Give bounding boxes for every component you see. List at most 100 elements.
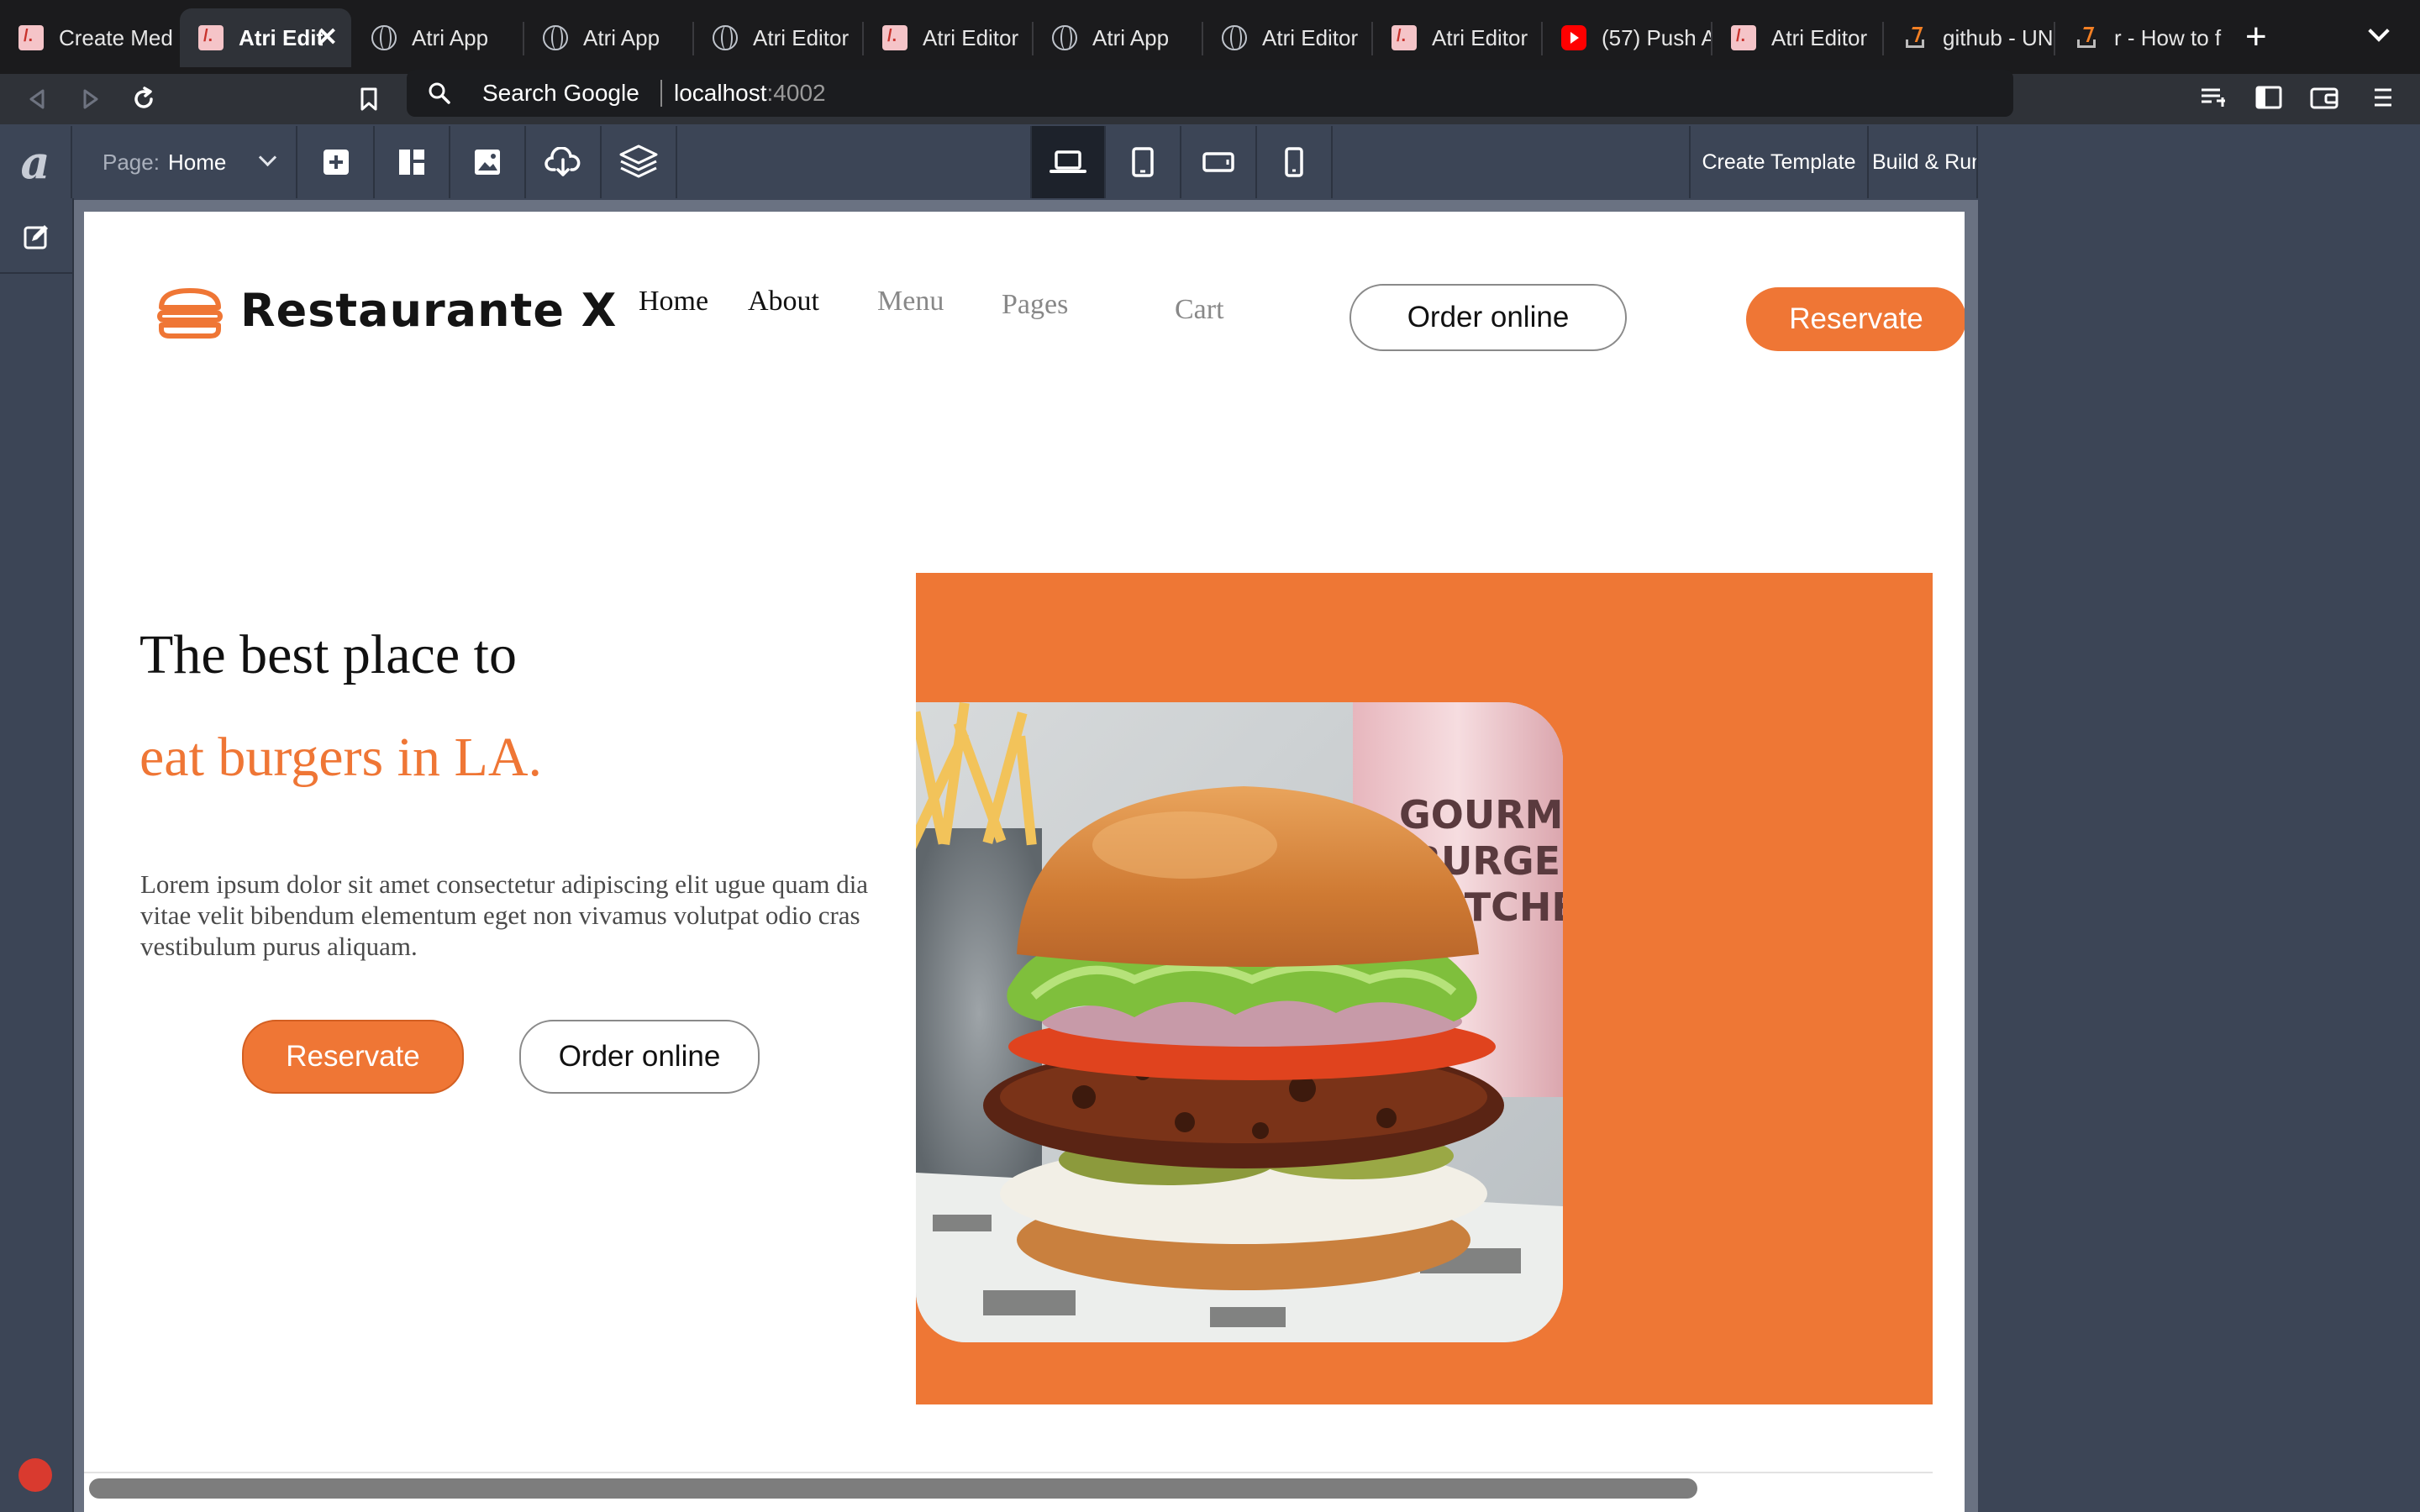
tab-label: Atri Editor [753, 24, 850, 50]
stackoverflow-icon [1902, 25, 1928, 50]
atri-logo: a [0, 126, 72, 198]
editor-toolbar: a Page: Home Create Template Build & Run [0, 126, 2420, 198]
cloud-download-icon [544, 147, 581, 176]
header-reservate-button[interactable]: Reservate [1746, 287, 1965, 351]
page-select-value: Home [167, 149, 227, 175]
hero-reservate-button[interactable]: Reservate [242, 1020, 464, 1094]
browser-tab[interactable]: Atri App [1034, 8, 1203, 67]
build-run-button[interactable]: Build & Run [1867, 126, 1978, 198]
playlist-icon[interactable] [2196, 81, 2230, 114]
globe-icon [371, 25, 397, 50]
browser-tab[interactable]: Atri Editor [1712, 8, 1884, 67]
assets-button[interactable] [450, 126, 526, 198]
browser-tab[interactable]: Atri App [524, 8, 694, 67]
layers-button[interactable] [602, 126, 677, 198]
atri-icon [882, 25, 908, 50]
forward-icon [83, 89, 98, 109]
browser-tab[interactable]: Atri Editor [1203, 8, 1373, 67]
layers-icon [619, 144, 658, 178]
back-button[interactable] [17, 74, 59, 124]
add-component-button[interactable] [299, 126, 375, 198]
page-select[interactable]: Page: Home [74, 126, 297, 198]
forward-button[interactable] [69, 74, 111, 124]
browser-tab[interactable]: Atri Editor [864, 8, 1034, 67]
browser-tab[interactable]: Atri Editor [694, 8, 864, 67]
import-button[interactable] [526, 126, 602, 198]
url-text: localhost:4002 [674, 80, 826, 107]
tab-label: (57) Push A [1602, 24, 1712, 50]
globe-icon [713, 25, 738, 50]
edit-icon [24, 225, 48, 249]
burger-photo[interactable]: GOURMET BURGER KITCHEN [916, 702, 1563, 1342]
bookmark-button[interactable] [348, 74, 390, 124]
hero-description: Lorem ipsum dolor sit amet consectetur a… [140, 869, 989, 962]
hero-headline-accent: eat burgers in LA. [139, 727, 542, 788]
device-tablet-landscape-button[interactable] [1181, 126, 1257, 198]
nav-pages[interactable]: Pages [1002, 289, 1068, 321]
browser-tab[interactable]: Create Med [0, 8, 187, 67]
address-bar[interactable]: Search Google localhost:4002 [407, 70, 2013, 117]
tab-label: Atri Editor [1432, 24, 1528, 50]
page-canvas[interactable]: Restaurante X Home About Menu Pages Cart… [84, 212, 1965, 1512]
atri-icon [1731, 25, 1756, 50]
nav-home[interactable]: Home [639, 286, 708, 318]
nav-menu[interactable]: Menu [877, 286, 944, 318]
wallet-icon[interactable] [2307, 81, 2341, 114]
phone-icon [1285, 147, 1303, 177]
nav-cart[interactable]: Cart [1175, 294, 1224, 326]
browser-tab-active[interactable]: Atri Edit ✕ [180, 8, 351, 67]
page-select-label: Page: [103, 149, 160, 175]
new-tab-button[interactable]: + [2245, 12, 2267, 62]
reload-button[interactable] [123, 74, 165, 124]
atri-icon [1392, 25, 1417, 50]
tab-label: Atri App [412, 24, 489, 50]
canvas-frame: Restaurante X Home About Menu Pages Cart… [74, 200, 1978, 1512]
tab-label: Atri Editor [1262, 24, 1359, 50]
device-tablet-button[interactable] [1106, 126, 1181, 198]
edit-mode-button[interactable] [0, 202, 72, 274]
address-divider [660, 80, 662, 107]
chevron-down-icon [258, 148, 277, 167]
browser-tab[interactable]: Atri App [353, 8, 524, 67]
layout-button[interactable] [375, 126, 450, 198]
globe-icon [1222, 25, 1247, 50]
tablet-icon [1132, 147, 1154, 177]
tab-label: Atri App [1092, 24, 1170, 50]
tab-label: github - UN [1943, 24, 2054, 50]
close-tab-icon[interactable]: ✕ [317, 23, 338, 53]
add-component-icon [324, 150, 349, 175]
atri-icon [198, 25, 224, 50]
site-brand-name[interactable]: Restaurante X [240, 284, 617, 337]
create-template-button[interactable]: Create Template [1689, 126, 1867, 198]
tablet-landscape-icon [1202, 152, 1234, 172]
device-phone-button[interactable] [1257, 126, 1333, 198]
browser-tab[interactable]: (57) Push A [1543, 8, 1712, 67]
back-icon [29, 89, 45, 109]
url-port: :4002 [766, 80, 826, 106]
scrollbar-thumb[interactable] [89, 1478, 1697, 1499]
tab-label: Atri App [583, 24, 660, 50]
header-order-online-button[interactable]: Order online [1349, 284, 1627, 351]
bookmark-icon [360, 87, 377, 111]
device-laptop-button[interactable] [1030, 126, 1106, 198]
globe-icon [543, 25, 568, 50]
tab-label: Atri Editor [923, 24, 1019, 50]
recording-indicator-icon[interactable] [18, 1458, 52, 1492]
sidebar-toggle-icon[interactable] [2252, 81, 2286, 114]
tab-list-chevron-icon[interactable] [2368, 20, 2390, 42]
hero-description-line: vitae velit bibendum elementum eget non … [140, 900, 860, 930]
browser-tab[interactable]: github - UN [1884, 8, 2055, 67]
atri-icon [18, 25, 44, 50]
search-icon [429, 82, 450, 104]
hero-description-line: Lorem ipsum dolor sit amet consectetur a… [140, 869, 869, 899]
hero-order-online-button[interactable]: Order online [519, 1020, 760, 1094]
browser-tab[interactable]: Atri Editor [1373, 8, 1543, 67]
browser-tab[interactable]: r - How to f [2055, 8, 2223, 67]
search-engine-label: Search Google [482, 80, 639, 106]
hero-description-line: vestibulum purus aliquam. [140, 932, 418, 961]
tab-label: Atri Editor [1771, 24, 1868, 50]
image-icon [475, 150, 500, 175]
menu-icon[interactable] [2366, 81, 2400, 114]
nav-about[interactable]: About [748, 286, 819, 318]
burger-illustration: GOURMET BURGER KITCHEN [916, 702, 1563, 1342]
